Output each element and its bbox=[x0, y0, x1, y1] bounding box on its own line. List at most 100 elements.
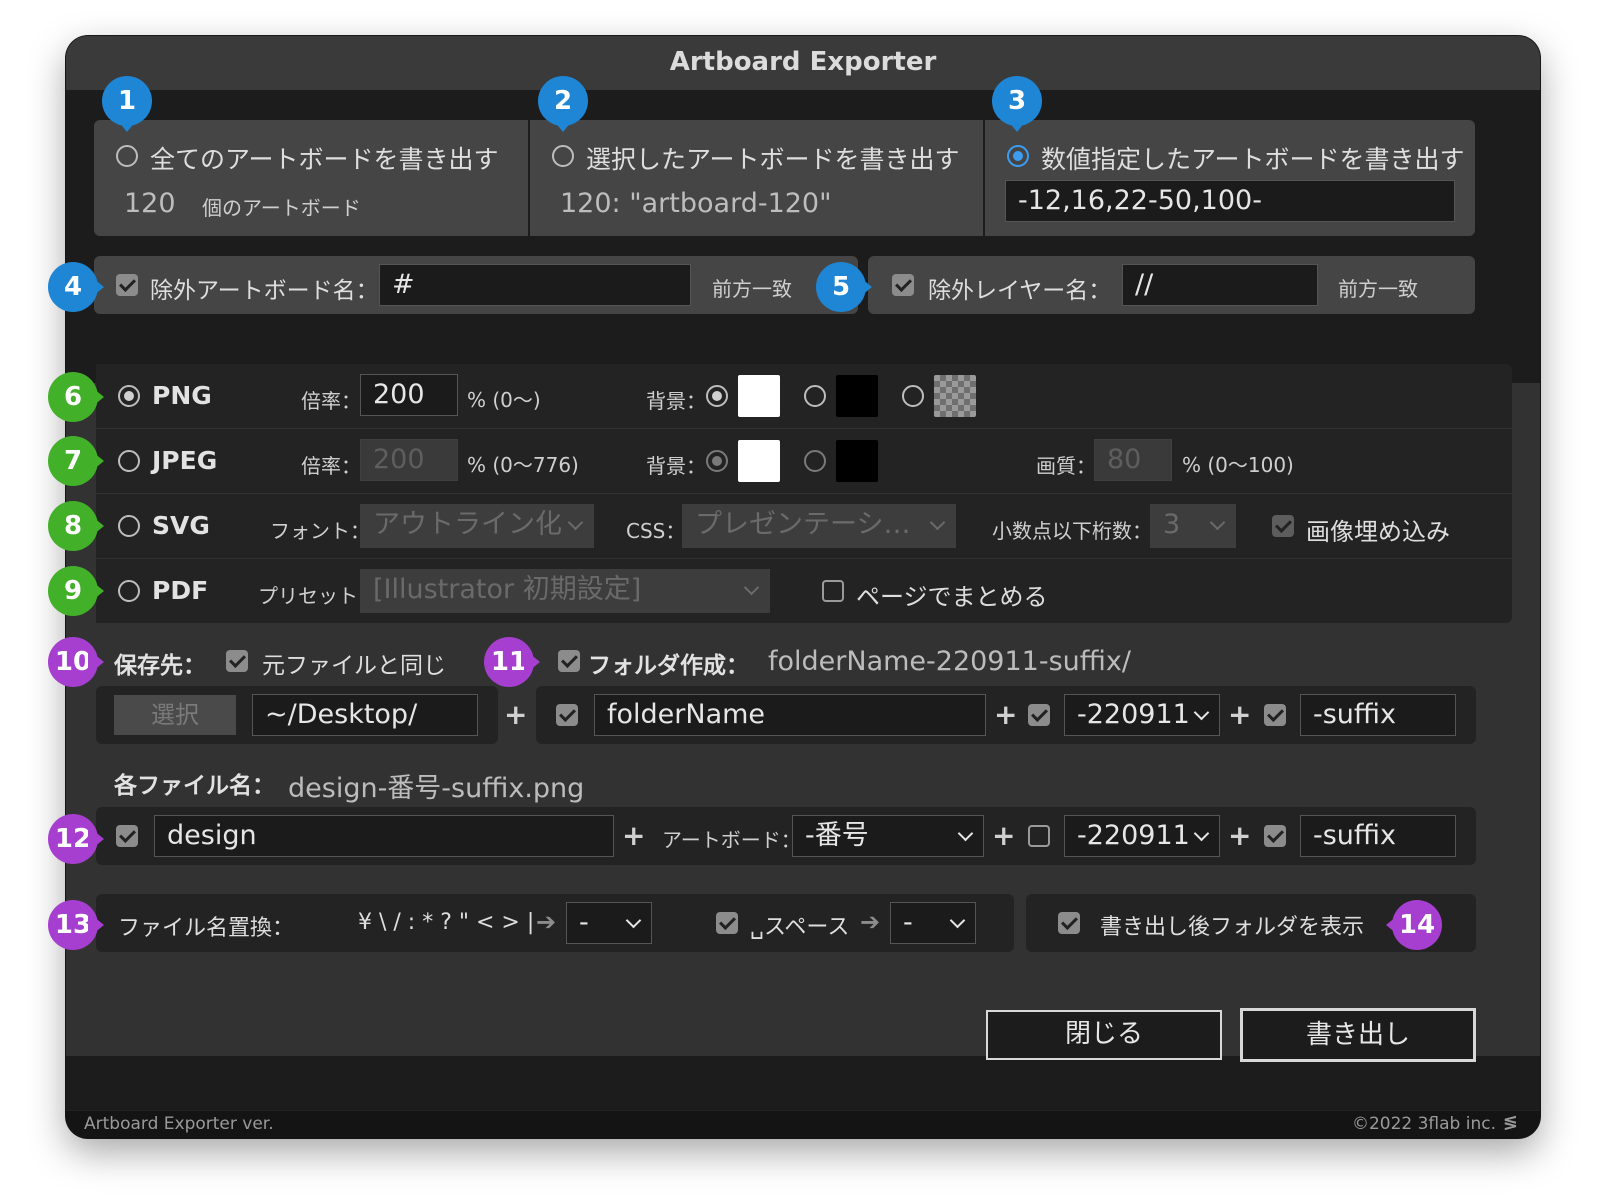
replace-space-checkbox[interactable] bbox=[716, 912, 738, 934]
jpeg-quality-label: 画質： bbox=[1036, 454, 1096, 478]
panel-specified: 数値指定したアートボードを書き出す -12,16,22-50,100- bbox=[985, 120, 1475, 236]
exclude-artboard-panel: 除外アートボード名： # 前方一致 bbox=[94, 256, 858, 314]
jpeg-bg-white-radio[interactable] bbox=[706, 450, 728, 472]
folder-name-input[interactable]: folderName bbox=[594, 694, 986, 736]
callout-badge-4: 4 bbox=[48, 262, 104, 312]
pdf-combine-checkbox[interactable] bbox=[822, 580, 844, 602]
label-all-artboards: 全てのアートボードを書き出す bbox=[150, 145, 499, 174]
svg-embed-label: 画像埋め込み bbox=[1306, 518, 1450, 546]
exclude-artboard-input[interactable]: # bbox=[379, 264, 691, 306]
png-bg-black-swatch bbox=[836, 375, 878, 417]
close-button[interactable]: 閉じる bbox=[986, 1010, 1222, 1060]
label-specified-artboards: 数値指定したアートボードを書き出す bbox=[1041, 145, 1465, 174]
select-folder-button[interactable]: 選択 bbox=[114, 695, 236, 735]
folder-suffix-input[interactable]: -suffix bbox=[1300, 694, 1456, 736]
chevron-down-icon bbox=[1193, 704, 1210, 721]
png-label: PNG bbox=[152, 381, 212, 410]
folder-suffix-checkbox[interactable] bbox=[1264, 704, 1286, 726]
plus-icon: + bbox=[1228, 698, 1252, 731]
artboard-count: 120 bbox=[124, 188, 176, 219]
chevron-down-icon bbox=[1193, 825, 1210, 842]
panel-all: 全てのアートボードを書き出す 120 個のアートボード bbox=[94, 120, 528, 236]
svg-font-select[interactable]: アウトライン化 bbox=[360, 504, 594, 548]
folder-date-checkbox[interactable] bbox=[1028, 704, 1050, 726]
png-scale-input[interactable]: 200 bbox=[360, 374, 458, 416]
svg-decimal-value: 3 bbox=[1163, 509, 1181, 540]
png-bg-transparent-radio[interactable] bbox=[902, 385, 924, 407]
folder-date-select[interactable]: -220911 bbox=[1064, 694, 1220, 736]
png-bg-black-radio[interactable] bbox=[804, 385, 826, 407]
jpeg-scale-input[interactable]: 200 bbox=[360, 439, 458, 481]
pdf-preset-select[interactable]: [Illustrator 初期設定] bbox=[360, 569, 770, 613]
svg-decimal-select[interactable]: 3 bbox=[1150, 504, 1236, 548]
radio-specified-artboards[interactable] bbox=[1007, 145, 1029, 167]
svg-embed-checkbox[interactable] bbox=[1272, 515, 1294, 537]
footer-copyright: ©2022 3flab inc. bbox=[1351, 1114, 1496, 1134]
replace-chars-select[interactable]: - bbox=[566, 902, 652, 944]
callout-badge-14: 14 bbox=[1386, 900, 1442, 950]
folder-name-checkbox[interactable] bbox=[556, 704, 578, 726]
filename-prefix-input[interactable]: design bbox=[154, 815, 614, 857]
png-bg-label: 背景： bbox=[646, 389, 706, 413]
filename-prefix-checkbox[interactable] bbox=[116, 825, 138, 847]
exclude-layer-checkbox[interactable] bbox=[892, 274, 914, 296]
save-path-input[interactable]: ~/Desktop/ bbox=[252, 694, 478, 736]
exclude-layer-input[interactable]: // bbox=[1122, 264, 1318, 306]
svg-font-value: アウトライン化 bbox=[373, 509, 562, 540]
save-same-checkbox[interactable] bbox=[226, 650, 248, 672]
svg-css-select[interactable]: プレゼンテーシ… bbox=[682, 504, 956, 548]
title-bar: Artboard Exporter bbox=[66, 36, 1540, 91]
filename-artboard-select[interactable]: -番号 bbox=[792, 815, 984, 857]
show-folder-label: 書き出し後フォルダを表示 bbox=[1100, 915, 1365, 940]
chevron-down-icon bbox=[625, 912, 642, 929]
artboard-count-label: 個のアートボード bbox=[202, 196, 361, 220]
exclude-artboard-checkbox[interactable] bbox=[116, 274, 138, 296]
arrow-right-icon: ➔ bbox=[536, 908, 557, 936]
filename-suffix-checkbox[interactable] bbox=[1264, 825, 1286, 847]
jpeg-bg-black-radio[interactable] bbox=[804, 450, 826, 472]
callout-badge-10: 10 bbox=[48, 637, 104, 687]
show-folder-checkbox[interactable] bbox=[1058, 912, 1080, 934]
replace-space-select[interactable]: - bbox=[890, 902, 976, 944]
jpeg-bg-white-swatch bbox=[738, 440, 780, 482]
callout-badge-7: 7 bbox=[48, 436, 104, 486]
jpeg-bg-label: 背景： bbox=[646, 454, 706, 478]
png-bg-white-radio[interactable] bbox=[706, 385, 728, 407]
chevron-down-icon bbox=[567, 514, 584, 531]
exclude-artboard-label: 除外アートボード名： bbox=[150, 278, 379, 304]
jpeg-quality-input[interactable]: 80 bbox=[1094, 439, 1172, 481]
filename-date-select[interactable]: -220911 bbox=[1064, 815, 1220, 857]
png-bg-transparent-swatch bbox=[934, 375, 976, 417]
filename-suffix-input[interactable]: -suffix bbox=[1300, 815, 1456, 857]
radio-all-artboards[interactable] bbox=[116, 145, 138, 167]
folder-create-checkbox[interactable] bbox=[558, 650, 580, 672]
filename-artboard-label: アートボード： bbox=[662, 828, 801, 852]
radio-png[interactable] bbox=[118, 385, 140, 407]
specified-artboards-input[interactable]: -12,16,22-50,100- bbox=[1005, 180, 1455, 222]
exclude-artboard-match: 前方一致 bbox=[712, 277, 792, 301]
radio-pdf[interactable] bbox=[118, 580, 140, 602]
radio-selected-artboards[interactable] bbox=[552, 145, 574, 167]
radio-svg[interactable] bbox=[118, 515, 140, 537]
plus-icon: + bbox=[992, 819, 1016, 852]
folder-date-value: -220911 bbox=[1077, 699, 1190, 730]
chevron-down-icon bbox=[743, 579, 760, 596]
radio-jpeg[interactable] bbox=[118, 450, 140, 472]
callout-badge-13: 13 bbox=[48, 900, 104, 950]
filename-date-checkbox[interactable] bbox=[1028, 825, 1050, 847]
format-row-svg: SVG フォント： アウトライン化 CSS： プレゼンテーシ… 小数点以下桁数：… bbox=[96, 494, 1512, 558]
replace-label: ファイル名置換： bbox=[118, 916, 295, 941]
export-button[interactable]: 書き出し bbox=[1240, 1008, 1476, 1062]
3flab-logo-icon: ≶ bbox=[1502, 1112, 1518, 1133]
filename-artboard-value: -番号 bbox=[805, 820, 869, 851]
filename-date-value: -220911 bbox=[1077, 820, 1190, 851]
filename-label: 各ファイル名： bbox=[114, 773, 275, 799]
exporter-window: Artboard Exporter 全てのアートボードを書き出す 120 個のア… bbox=[66, 36, 1540, 1138]
folder-preview: folderName-220911-suffix/ bbox=[768, 646, 1131, 677]
jpeg-scale-range: % (0〜776) bbox=[467, 453, 579, 477]
arrow-right-icon: ➔ bbox=[860, 908, 881, 936]
exclude-layer-match: 前方一致 bbox=[1338, 277, 1418, 301]
svg-decimal-label: 小数点以下桁数： bbox=[992, 519, 1152, 543]
selected-artboard-value: 120: "artboard-120" bbox=[560, 188, 832, 219]
label-selected-artboards: 選択したアートボードを書き出す bbox=[586, 145, 960, 174]
